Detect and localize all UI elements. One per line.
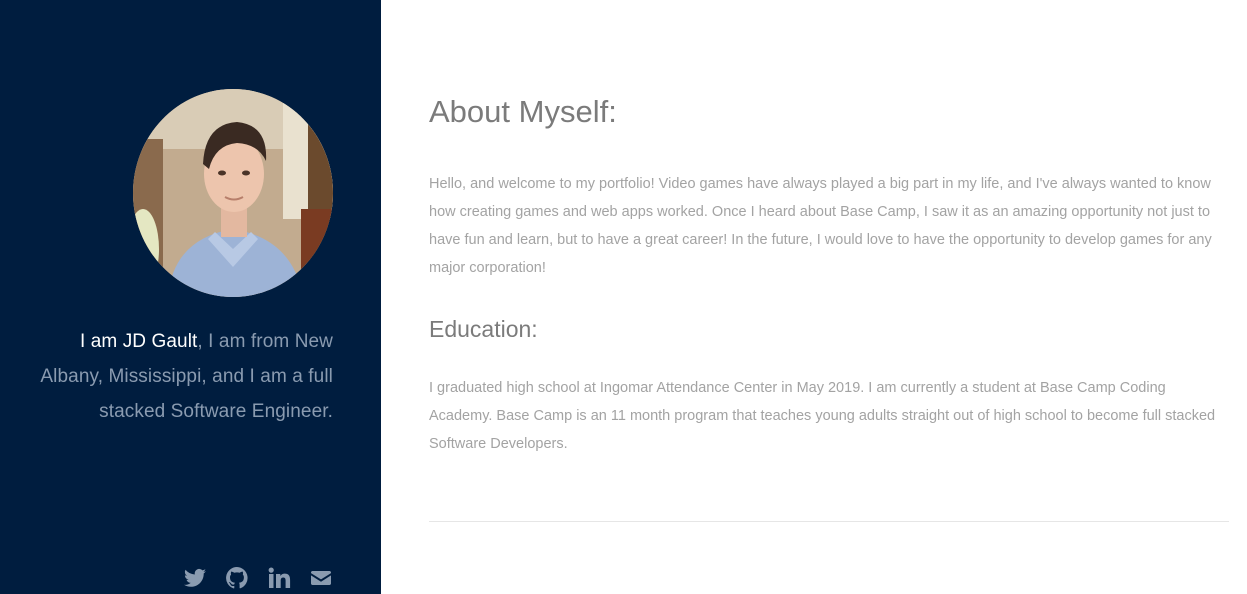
intro-name: I am JD Gault — [79, 331, 198, 352]
page: I am JD Gault, I am from New Albany, Mis… — [0, 0, 1247, 594]
section-divider — [429, 521, 1229, 522]
linkedin-link[interactable] — [267, 566, 291, 590]
envelope-icon — [311, 571, 331, 585]
github-link[interactable] — [225, 566, 249, 590]
about-paragraph: Hello, and welcome to my portfolio! Vide… — [429, 176, 1212, 276]
twitter-icon — [184, 568, 206, 587]
social-links — [183, 566, 333, 590]
education-heading: Education: — [429, 316, 538, 342]
sidebar: I am JD Gault, I am from New Albany, Mis… — [0, 0, 381, 594]
email-link[interactable] — [309, 566, 333, 590]
avatar-photo — [133, 89, 333, 297]
github-icon — [226, 567, 248, 589]
avatar — [133, 89, 333, 297]
about-heading: About Myself: — [429, 94, 617, 129]
linkedin-icon — [268, 567, 291, 588]
twitter-link[interactable] — [183, 566, 207, 590]
intro-text: I am JD Gault, I am from New Albany, Mis… — [33, 324, 333, 429]
education-paragraph: I graduated high school at Ingomar Atten… — [429, 380, 1216, 452]
main-content: About Myself: Hello, and welcome to my p… — [381, 0, 1247, 594]
